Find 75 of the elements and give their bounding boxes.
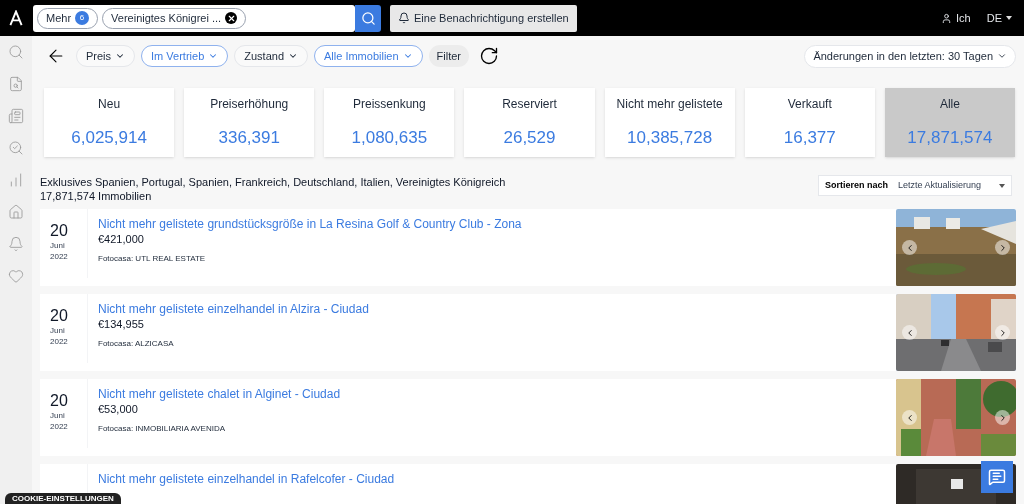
stat-tab[interactable]: Preiserhöhung 336,391 bbox=[184, 88, 315, 157]
region-summary: Exklusives Spanien, Portugal, Spanien, Frankreich, Deutschland, Italien, Vereinigtes Königreich bbox=[40, 175, 506, 189]
listing-card[interactable]: 20 Juni 2022 Nicht mehr gelistete chalet in Alginet - Ciudad €53,000 Fotocasa: INMOBILIARIA AVENIDA bbox=[40, 379, 1016, 456]
sort-dropdown[interactable]: Sortieren nach Letzte Aktualisierung bbox=[817, 175, 1012, 196]
listing-year: 2022 bbox=[50, 251, 69, 262]
bar-chart-icon[interactable] bbox=[8, 172, 24, 188]
next-image-icon[interactable] bbox=[995, 240, 1010, 255]
listing-price: €53,000 bbox=[98, 402, 139, 416]
search-check-icon[interactable] bbox=[8, 140, 24, 156]
listing-day: 20 bbox=[50, 222, 87, 240]
listing-title[interactable]: Nicht mehr gelistete einzelhandel in Rafelcofer - Ciudad bbox=[98, 471, 896, 487]
result-count: 17,871,574 Immobilien bbox=[40, 189, 153, 203]
previous-image-icon[interactable] bbox=[902, 240, 917, 255]
logo-icon[interactable] bbox=[8, 10, 24, 26]
stat-tab[interactable]: Alle 17,871,574 bbox=[884, 88, 1015, 157]
bell-icon bbox=[398, 12, 410, 24]
search-field[interactable]: Mehr 6 Vereinigtes Königrei ... bbox=[33, 4, 355, 32]
listing-title[interactable]: Nicht mehr gelistete grundstücksgröße in La Resina Golf & Country Club - Zona bbox=[98, 216, 896, 232]
document-search-icon[interactable] bbox=[8, 76, 24, 92]
user-button[interactable]: Ich bbox=[941, 9, 971, 27]
filter-dropdown[interactable]: Alle Immobilien bbox=[314, 45, 423, 67]
stat-tab[interactable]: Verkauft 16,377 bbox=[744, 88, 875, 157]
search-button[interactable] bbox=[355, 4, 381, 32]
search-icon bbox=[360, 10, 376, 26]
caret-icon bbox=[1006, 16, 1012, 20]
stat-tab[interactable]: Nicht mehr gelistete 10,385,728 bbox=[604, 88, 735, 157]
listing-source: Fotocasa: INMOBILIARIA AVENIDA bbox=[98, 423, 226, 435]
reset-icon[interactable] bbox=[479, 46, 500, 66]
stat-tab[interactable]: Neu 6,025,914 bbox=[44, 88, 175, 157]
user-icon bbox=[941, 12, 953, 24]
listing-day: 20 bbox=[50, 307, 87, 325]
next-image-icon[interactable] bbox=[995, 410, 1010, 425]
chevron-icon bbox=[208, 51, 219, 61]
filter-button[interactable]: Filter bbox=[428, 45, 470, 67]
listing-source: Fotocasa: UTL REAL ESTATE bbox=[98, 253, 207, 265]
bell-icon[interactable] bbox=[8, 236, 24, 252]
previous-image-icon[interactable] bbox=[902, 410, 917, 425]
listing-month: Juni bbox=[50, 410, 66, 421]
chip-label: Vereinigtes Königrei ... bbox=[111, 10, 222, 26]
listing-price: €421,000 bbox=[98, 232, 145, 246]
chevron-icon bbox=[288, 51, 298, 61]
listing-title[interactable]: Nicht mehr gelistete chalet in Alginet - Ciudad bbox=[98, 386, 896, 402]
chevron-icon bbox=[997, 51, 1007, 61]
filter-dropdown[interactable]: Preis bbox=[76, 45, 136, 67]
remove-icon[interactable] bbox=[225, 12, 238, 24]
language-selector[interactable]: DE bbox=[986, 9, 1012, 27]
listing-source: Fotocasa: ALZICASA bbox=[98, 338, 175, 350]
listing-card[interactable]: 20 Juni 2022 Nicht mehr gelistete einzelhandel in Alzira - Ciudad €134,955 Fotocasa: ALZICASA bbox=[40, 294, 1016, 371]
stat-tab[interactable]: Reserviert 26,529 bbox=[464, 88, 595, 157]
listing-price: €134,955 bbox=[98, 317, 145, 331]
chevron-icon bbox=[115, 51, 126, 61]
chevron-icon bbox=[402, 51, 413, 61]
chip-label: Mehr bbox=[46, 10, 72, 26]
listing-year: 2022 bbox=[50, 336, 69, 347]
listing-title[interactable]: Nicht mehr gelistete einzelhandel in Alzira - Ciudad bbox=[98, 301, 896, 317]
next-image-icon[interactable] bbox=[995, 325, 1010, 340]
previous-image-icon[interactable] bbox=[902, 325, 917, 340]
filter-dropdown[interactable]: Im Vertrieb bbox=[141, 45, 229, 67]
listing-day: 20 bbox=[50, 392, 87, 410]
stat-tab[interactable]: Preissenkung 1,080,635 bbox=[324, 88, 455, 157]
listing-month: Juni bbox=[50, 325, 66, 336]
house-icon[interactable] bbox=[8, 204, 24, 220]
period-dropdown[interactable]: Änderungen in den letzten: 30 Tagen bbox=[804, 44, 1016, 68]
count-badge: 6 bbox=[75, 11, 90, 25]
search-icon[interactable] bbox=[8, 44, 24, 60]
listing-card[interactable]: 20 Juni 2022 Nicht mehr gelistete grundstücksgröße in La Resina Golf & Country Club - Zona €421,000 Fotocasa: UTL REAL ESTATE bbox=[40, 209, 1016, 286]
chat-icon bbox=[988, 468, 1006, 486]
caret-icon bbox=[999, 183, 1005, 188]
listing-year: 2022 bbox=[50, 421, 69, 432]
filter-dropdown[interactable]: Zustand bbox=[234, 45, 308, 67]
cookie-settings-button[interactable]: COOKIE-EINSTELLUNGEN bbox=[5, 493, 121, 504]
listing-month: Juni bbox=[50, 240, 66, 251]
chat-button[interactable] bbox=[981, 461, 1013, 493]
newspaper-icon[interactable] bbox=[8, 108, 24, 124]
alert-button[interactable]: Eine Benachrichtigung erstellen bbox=[390, 4, 577, 32]
